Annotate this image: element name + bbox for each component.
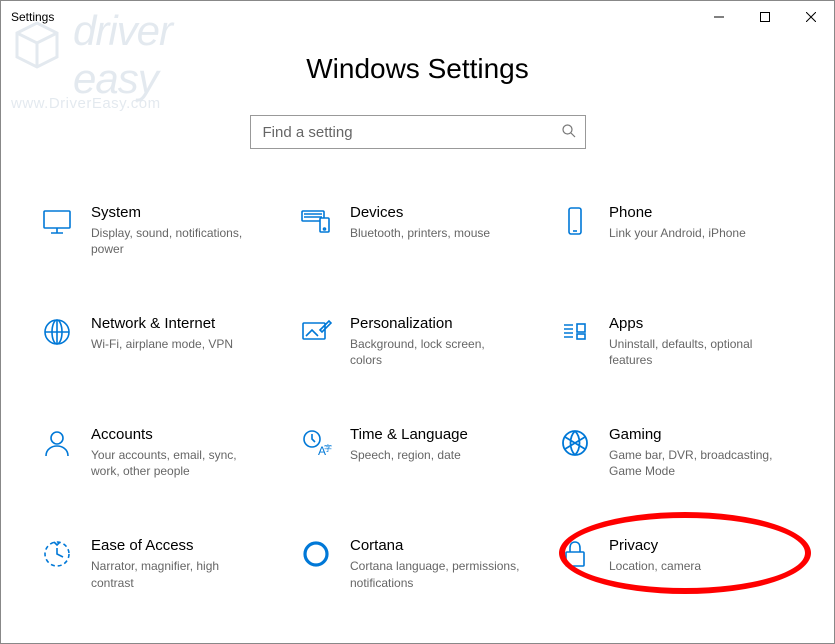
personalization-icon <box>292 316 340 348</box>
tile-ease-of-access[interactable]: Ease of Access Narrator, magnifier, high… <box>29 532 288 595</box>
svg-text:字: 字 <box>324 443 332 453</box>
phone-icon <box>551 205 599 237</box>
tile-desc: Display, sound, notifications, power <box>91 225 261 259</box>
search-container <box>1 115 834 149</box>
tile-title: Gaming <box>609 425 779 445</box>
tile-title: System <box>91 203 261 223</box>
window-titlebar: Settings <box>1 1 834 33</box>
close-button[interactable] <box>788 1 834 33</box>
tile-title: Cortana <box>350 536 520 556</box>
tile-desc: Uninstall, defaults, optional features <box>609 336 779 370</box>
time-language-icon: A字 <box>292 427 340 459</box>
tile-title: Apps <box>609 314 779 334</box>
accounts-icon <box>33 427 81 459</box>
page-title: Windows Settings <box>1 53 834 85</box>
window-title: Settings <box>11 10 54 24</box>
globe-icon <box>33 316 81 348</box>
tile-devices[interactable]: Devices Bluetooth, printers, mouse <box>288 199 547 262</box>
tile-personalization[interactable]: Personalization Background, lock screen,… <box>288 310 547 373</box>
tile-title: Privacy <box>609 536 701 556</box>
tile-desc: Speech, region, date <box>350 447 468 464</box>
minimize-button[interactable] <box>696 1 742 33</box>
tile-cortana[interactable]: Cortana Cortana language, permissions, n… <box>288 532 547 595</box>
tile-apps[interactable]: Apps Uninstall, defaults, optional featu… <box>547 310 806 373</box>
tile-time-language[interactable]: A字 Time & Language Speech, region, date <box>288 421 547 484</box>
search-box[interactable] <box>250 115 586 149</box>
system-icon <box>33 205 81 237</box>
tile-title: Accounts <box>91 425 261 445</box>
gaming-icon <box>551 427 599 459</box>
tile-phone[interactable]: Phone Link your Android, iPhone <box>547 199 806 262</box>
tile-desc: Game bar, DVR, broadcasting, Game Mode <box>609 447 779 481</box>
tile-network[interactable]: Network & Internet Wi-Fi, airplane mode,… <box>29 310 288 373</box>
tile-desc: Bluetooth, printers, mouse <box>350 225 490 242</box>
settings-grid: System Display, sound, notifications, po… <box>1 199 834 595</box>
maximize-button[interactable] <box>742 1 788 33</box>
tile-title: Network & Internet <box>91 314 233 334</box>
tile-title: Phone <box>609 203 746 223</box>
ease-of-access-icon <box>33 538 81 570</box>
search-icon <box>561 123 577 142</box>
tile-title: Devices <box>350 203 490 223</box>
tile-desc: Your accounts, email, sync, work, other … <box>91 447 261 481</box>
tile-privacy[interactable]: Privacy Location, camera <box>547 532 806 595</box>
tile-desc: Narrator, magnifier, high contrast <box>91 558 261 592</box>
tile-title: Ease of Access <box>91 536 261 556</box>
tile-desc: Cortana language, permissions, notificat… <box>350 558 520 592</box>
tile-desc: Link your Android, iPhone <box>609 225 746 242</box>
search-input[interactable] <box>263 124 561 141</box>
main-content: Windows Settings System Display, sound, … <box>1 33 834 595</box>
tile-system[interactable]: System Display, sound, notifications, po… <box>29 199 288 262</box>
tile-accounts[interactable]: Accounts Your accounts, email, sync, wor… <box>29 421 288 484</box>
tile-gaming[interactable]: Gaming Game bar, DVR, broadcasting, Game… <box>547 421 806 484</box>
tile-desc: Wi-Fi, airplane mode, VPN <box>91 336 233 353</box>
tile-desc: Location, camera <box>609 558 701 575</box>
tile-title: Personalization <box>350 314 520 334</box>
lock-icon <box>551 538 599 570</box>
tile-title: Time & Language <box>350 425 468 445</box>
apps-icon <box>551 316 599 348</box>
devices-icon <box>292 205 340 237</box>
cortana-icon <box>292 538 340 570</box>
tile-desc: Background, lock screen, colors <box>350 336 520 370</box>
